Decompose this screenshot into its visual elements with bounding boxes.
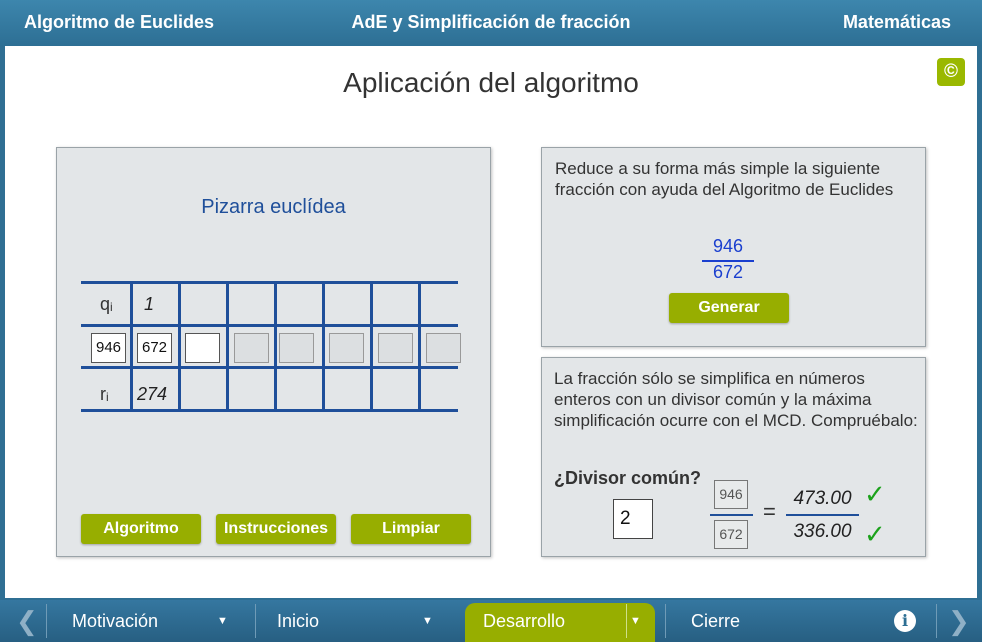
board-column-line <box>274 281 277 412</box>
generar-button[interactable]: Generar <box>669 293 789 323</box>
quotient-value: 1 <box>144 294 155 314</box>
board-input-5[interactable] <box>279 333 314 363</box>
remainder-value: 274 <box>137 384 168 404</box>
board-column-line <box>370 281 373 412</box>
board-line <box>81 281 458 284</box>
board-input-4[interactable] <box>234 333 269 363</box>
nav-separator <box>626 604 627 638</box>
check-icon: ✓ <box>864 519 886 549</box>
fraction-numerator: 946 <box>712 236 744 256</box>
board-input-6[interactable] <box>329 333 364 363</box>
chevron-down-icon[interactable]: ▼ <box>217 600 228 642</box>
nav-separator <box>46 604 47 638</box>
algoritmo-button[interactable]: Algoritmo <box>81 514 201 544</box>
chevron-down-icon[interactable]: ▼ <box>630 600 641 642</box>
board-line <box>81 324 458 327</box>
main-content: Aplicación del algoritmo © Pizarra euclí… <box>5 46 977 598</box>
prev-arrow-icon[interactable]: ❮ <box>16 600 38 642</box>
board-line <box>81 409 458 412</box>
top-header: Algoritmo de Euclides AdE y Simplificaci… <box>0 0 982 46</box>
r-row-label: ri <box>100 384 109 404</box>
divisor-label: ¿Divisor común? <box>554 468 702 488</box>
limpiar-button[interactable]: Limpiar <box>351 514 471 544</box>
divisor-input[interactable]: 2 <box>613 499 653 539</box>
next-arrow-icon[interactable]: ❯ <box>948 600 970 642</box>
nav-cierre[interactable]: Cierre <box>691 600 740 642</box>
euclidean-board: Pizarra euclídea qi ri 1 274 946 672 Alg… <box>56 147 491 557</box>
board-column-line <box>418 281 421 412</box>
chevron-down-icon[interactable]: ▼ <box>422 600 433 642</box>
equals-sign: = <box>763 499 776 524</box>
nav-separator <box>665 604 666 638</box>
page-title: Aplicación del algoritmo <box>343 67 639 98</box>
board-input-8[interactable] <box>426 333 461 363</box>
nav-motivacion[interactable]: Motivación <box>72 600 158 642</box>
board-input-3[interactable] <box>185 333 220 363</box>
board-input-1[interactable]: 946 <box>91 333 126 363</box>
nav-separator <box>936 604 937 638</box>
nav-desarrollo[interactable]: Desarrollo <box>483 600 565 642</box>
board-column-line <box>226 281 229 412</box>
board-title: Pizarra euclídea <box>201 196 346 218</box>
board-input-2[interactable]: 672 <box>137 333 172 363</box>
bottom-navigation: ❮ Motivación ▼ Inicio ▼ Desarrollo ▼ Cie… <box>0 600 982 642</box>
problem-panel: Reduce a su forma más simple la siguient… <box>541 147 926 347</box>
board-column-line <box>322 281 325 412</box>
source-numerator: 946 <box>714 480 748 509</box>
source-denominator: 672 <box>714 520 748 549</box>
board-column-line <box>130 281 133 412</box>
info-icon[interactable]: i <box>894 610 916 632</box>
board-column-line <box>178 281 181 412</box>
result-numerator: 473.00 <box>793 488 852 509</box>
check-panel: La fracción sólo se simplifica en número… <box>541 357 926 557</box>
q-row-label: qi <box>100 294 113 314</box>
nav-inicio[interactable]: Inicio <box>277 600 319 642</box>
problem-text: Reduce a su forma más simple la siguient… <box>555 159 894 199</box>
source-fraction-bar <box>710 514 753 516</box>
result-fraction-bar <box>786 514 859 516</box>
check-icon: ✓ <box>864 479 886 509</box>
header-center-title: AdE y Simplificación de fracción <box>351 12 631 32</box>
board-line <box>81 366 458 369</box>
instrucciones-button[interactable]: Instrucciones <box>216 514 336 544</box>
copyright-icon[interactable]: © <box>937 58 965 86</box>
check-text: La fracción sólo se simplifica en número… <box>554 369 918 430</box>
fraction-denominator: 672 <box>712 262 744 282</box>
header-right-title: Matemáticas <box>842 12 951 32</box>
board-input-7[interactable] <box>378 333 413 363</box>
nav-separator <box>255 604 256 638</box>
result-denominator: 336.00 <box>793 521 852 542</box>
